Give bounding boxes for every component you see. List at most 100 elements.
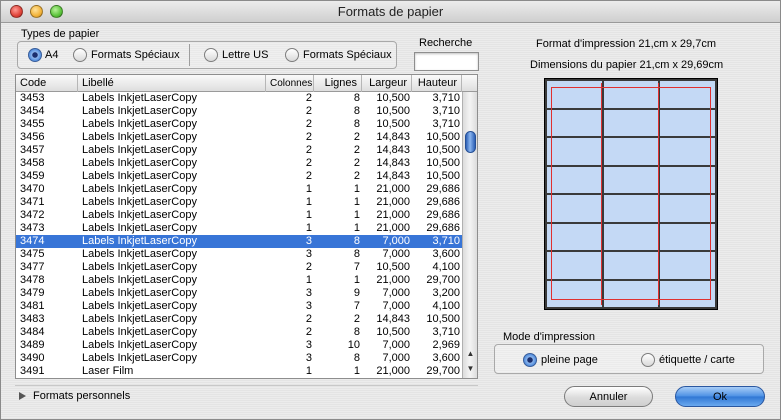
column-header-colonnes[interactable]: Colonnes	[266, 75, 314, 92]
cancel-button[interactable]: Annuler	[564, 386, 653, 407]
table-cell: 29,700	[426, 365, 460, 377]
table-cell: 3,600	[432, 352, 460, 364]
table-row[interactable]: 3477 Labels InkjetLaserCopy 2 7 10,500 4,100	[16, 261, 462, 274]
table-cell: 29,686	[426, 196, 460, 208]
table-cell: 2	[305, 170, 312, 182]
table-row[interactable]: 3459 Labels InkjetLaserCopy 2 2 14,843 10,500	[16, 170, 462, 183]
preview-label-cell	[660, 195, 715, 222]
print-format-text: Format d'impression 21,cm x 29,7cm	[536, 38, 716, 50]
column-header-lignes[interactable]: Lignes	[314, 75, 362, 92]
table-row[interactable]: 3481 Labels InkjetLaserCopy 3 7 7,000 4,100	[16, 300, 462, 313]
table-cell: 3,710	[432, 105, 460, 117]
custom-formats-label[interactable]: Formats personnels	[33, 390, 130, 402]
preview-label-cell	[547, 252, 602, 279]
table-row[interactable]: 3471 Labels InkjetLaserCopy 1 1 21,000 29,686	[16, 196, 462, 209]
printable-area-line	[601, 83, 602, 305]
radio-pleine-page[interactable]	[523, 353, 537, 367]
table-row[interactable]: 3453 Labels InkjetLaserCopy 2 8 10,500 3,710	[16, 92, 462, 105]
preview-label-cell	[603, 138, 659, 165]
table-row[interactable]: 3474 Labels InkjetLaserCopy 3 8 7,000 3,710	[16, 235, 462, 248]
table-cell: 1	[305, 222, 312, 234]
table-row[interactable]: 3456 Labels InkjetLaserCopy 2 2 14,843 10,500	[16, 131, 462, 144]
table-cell: 3457	[20, 144, 45, 156]
table-cell: 10,500	[376, 261, 410, 273]
table-row[interactable]: 3473 Labels InkjetLaserCopy 1 1 21,000 29,686	[16, 222, 462, 235]
printable-area-line	[551, 299, 711, 300]
column-header-code[interactable]: Code	[16, 75, 78, 92]
paper-formats-table[interactable]: Code Libellé Colonnes Lignes Largeur Hau…	[15, 74, 478, 379]
table-cell: 7	[353, 300, 360, 312]
table-cell: 3478	[20, 274, 45, 286]
table-row[interactable]: 3455 Labels InkjetLaserCopy 2 8 10,500 3,710	[16, 118, 462, 131]
ok-button[interactable]: Ok	[675, 386, 765, 407]
table-row[interactable]: 3458 Labels InkjetLaserCopy 2 2 14,843 10,500	[16, 157, 462, 170]
table-row[interactable]: 3489 Labels InkjetLaserCopy 3 10 7,000 2,969	[16, 339, 462, 352]
table-cell: 14,843	[376, 157, 410, 169]
print-mode-label: Mode d'impression	[503, 331, 595, 343]
search-input[interactable]	[414, 52, 479, 71]
table-cell: 3456	[20, 131, 45, 143]
radio-a4-label[interactable]: A4	[45, 49, 58, 61]
table-cell: 2	[305, 92, 312, 104]
table-cell: 3477	[20, 261, 45, 273]
table-row[interactable]: 3491 Laser Film 1 1 21,000 29,700	[16, 365, 462, 378]
zoom-window-button[interactable]	[50, 5, 63, 18]
preview-label-cell	[547, 195, 602, 222]
radio-a4[interactable]	[28, 48, 42, 62]
radio-formats-speciaux-us[interactable]	[285, 48, 299, 62]
table-row[interactable]: 3475 Labels InkjetLaserCopy 3 8 7,000 3,600	[16, 248, 462, 261]
preview-label-cell	[603, 166, 659, 193]
scroll-up-arrow-icon[interactable]: ▲	[466, 349, 475, 358]
radio-formats-speciaux-a4[interactable]	[73, 48, 87, 62]
column-header-hauteur[interactable]: Hauteur	[412, 75, 462, 92]
table-row[interactable]: 3484 Labels InkjetLaserCopy 2 8 10,500 3,710	[16, 326, 462, 339]
table-cell: 3	[305, 235, 312, 247]
radio-lettre-us-label[interactable]: Lettre US	[222, 49, 268, 61]
table-cell: 3479	[20, 287, 45, 299]
table-vertical-scrollbar[interactable]: ▲ ▼	[462, 92, 477, 378]
minimize-window-button[interactable]	[30, 5, 43, 18]
radio-formats-speciaux-us-label[interactable]: Formats Spéciaux	[303, 49, 392, 61]
disclosure-triangle-icon[interactable]	[19, 392, 26, 400]
table-cell: 10,500	[376, 326, 410, 338]
table-row[interactable]: 3472 Labels InkjetLaserCopy 1 1 21,000 29,686	[16, 209, 462, 222]
table-row[interactable]: 3454 Labels InkjetLaserCopy 2 8 10,500 3,710	[16, 105, 462, 118]
column-header-libelle[interactable]: Libellé	[78, 75, 266, 92]
table-cell: 21,000	[376, 196, 410, 208]
table-row[interactable]: 3490 Labels InkjetLaserCopy 3 8 7,000 3,600	[16, 352, 462, 365]
table-cell: 3489	[20, 339, 45, 351]
radio-etiquette-carte[interactable]	[641, 353, 655, 367]
table-row[interactable]: 3457 Labels InkjetLaserCopy 2 2 14,843 10,500	[16, 144, 462, 157]
table-cell: 3474	[20, 235, 45, 247]
preview-label-cell	[603, 223, 659, 250]
table-cell: 3455	[20, 118, 45, 130]
table-row[interactable]: 3470 Labels InkjetLaserCopy 1 1 21,000 29,686	[16, 183, 462, 196]
radio-etiquette-carte-label[interactable]: étiquette / carte	[659, 354, 735, 366]
table-cell: 3473	[20, 222, 45, 234]
table-cell: 2	[305, 261, 312, 273]
column-header-largeur[interactable]: Largeur	[362, 75, 412, 92]
table-cell: 1	[353, 274, 360, 286]
table-cell: 2	[305, 118, 312, 130]
table-cell: Labels InkjetLaserCopy	[82, 183, 197, 195]
radio-pleine-page-label[interactable]: pleine page	[541, 354, 598, 366]
table-cell: 3458	[20, 157, 45, 169]
scroll-down-arrow-icon[interactable]: ▼	[466, 364, 475, 373]
table-cell: 7,000	[382, 339, 410, 351]
table-cell: 1	[353, 209, 360, 221]
table-cell: Labels InkjetLaserCopy	[82, 352, 197, 364]
close-window-button[interactable]	[10, 5, 23, 18]
scrollbar-thumb[interactable]	[465, 131, 476, 153]
table-cell: 21,000	[376, 222, 410, 234]
table-cell: 3	[305, 300, 312, 312]
table-row[interactable]: 3479 Labels InkjetLaserCopy 3 9 7,000 3,200	[16, 287, 462, 300]
table-cell: 3	[305, 248, 312, 260]
table-row[interactable]: 3478 Labels InkjetLaserCopy 1 1 21,000 29,700	[16, 274, 462, 287]
table-cell: 2	[353, 157, 360, 169]
table-row[interactable]: 3483 Labels InkjetLaserCopy 2 2 14,843 10,500	[16, 313, 462, 326]
table-cell: 3475	[20, 248, 45, 260]
radio-lettre-us[interactable]	[204, 48, 218, 62]
table-cell: 7,000	[382, 300, 410, 312]
radio-formats-speciaux-a4-label[interactable]: Formats Spéciaux	[91, 49, 180, 61]
preview-label-cell	[603, 195, 659, 222]
